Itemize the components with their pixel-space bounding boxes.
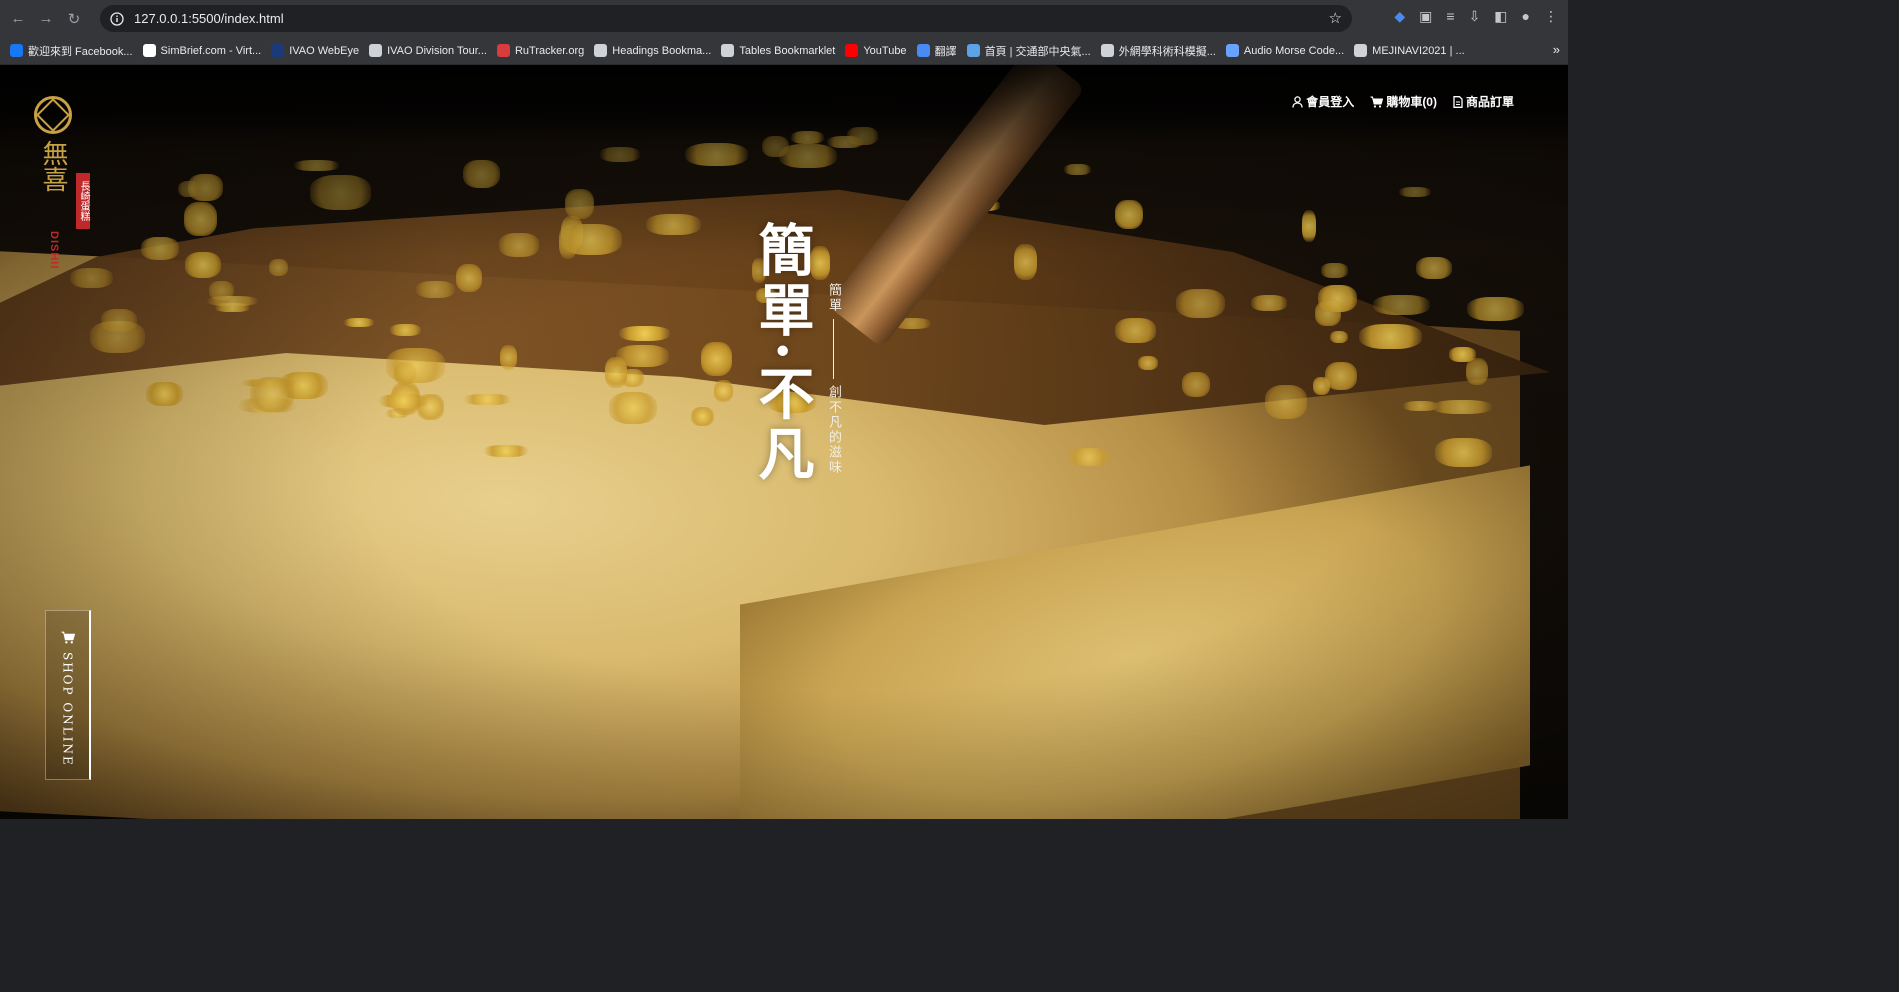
- bookmark-label: MEJINAVI2021 | ...: [1372, 44, 1465, 57]
- cart-label: 購物車(0): [1386, 95, 1437, 109]
- bookmark-label: SimBrief.com - Virt...: [160, 44, 262, 57]
- bookmark-label: Audio Morse Code...: [1243, 44, 1345, 57]
- bookmark-item[interactable]: YouTube: [845, 44, 907, 57]
- bookmark-favicon-icon: [10, 44, 23, 57]
- bookmark-label: RuTracker.org: [514, 44, 585, 57]
- reading-list-icon[interactable]: ≡: [1446, 8, 1454, 25]
- bookmark-favicon-icon: [721, 44, 735, 57]
- bookmark-item[interactable]: IVAO Division Tour...: [369, 44, 487, 57]
- bookmark-label: 歡迎來到 Facebook...: [28, 45, 133, 58]
- extension-area: ◆ ▣ ≡ ⇩ ◧ ● ⋮: [1394, 8, 1558, 25]
- cart-icon: [1370, 96, 1384, 108]
- login-label: 會員登入: [1306, 95, 1355, 109]
- page-viewport: 無喜 長崎蛋糕 DISHII 會員登入 購物車(0) 商品訂單 簡單·不凡 簡單…: [0, 65, 1568, 819]
- bookmark-favicon-icon: [1100, 44, 1114, 57]
- login-link[interactable]: 會員登入: [1292, 93, 1354, 110]
- browser-toolbar: ← → ↻ 127.0.0.1:5500/index.html ☆ ◆ ▣ ≡ …: [0, 0, 1568, 37]
- bookmark-favicon-icon: [916, 44, 930, 57]
- bookmark-favicon-icon: [496, 44, 510, 57]
- forward-icon[interactable]: →: [32, 5, 60, 33]
- bookmarks-overflow-button[interactable]: »: [1553, 42, 1560, 57]
- tagline-sub: 簡單創不凡的滋味: [824, 283, 843, 475]
- bookmark-star-icon[interactable]: ☆: [1329, 9, 1342, 27]
- hero-tagline: 簡單·不凡 簡單創不凡的滋味: [749, 221, 841, 485]
- top-navigation: 會員登入 購物車(0) 商品訂單: [1292, 93, 1514, 110]
- bookmark-item[interactable]: Headings Bookma...: [594, 44, 711, 57]
- shop-online-label: SHOP ONLINE: [60, 652, 75, 767]
- logo-chinese-text: 無喜: [38, 140, 68, 192]
- bookmark-favicon-icon: [271, 44, 285, 57]
- tagline-sub-bottom: 創不凡的滋味: [826, 385, 841, 475]
- bookmark-favicon-icon: [845, 44, 859, 57]
- tagline-sub-top: 簡單: [826, 283, 841, 313]
- bookmark-label: IVAO WebEye: [289, 44, 360, 57]
- user-icon: [1292, 95, 1303, 108]
- bookmark-item[interactable]: IVAO WebEye: [271, 44, 359, 57]
- bookmark-item[interactable]: 首頁 | 交通部中央氣...: [966, 43, 1091, 59]
- bookmark-label: YouTube: [863, 44, 907, 57]
- orders-label: 商品訂單: [1465, 95, 1514, 109]
- bookmark-favicon-icon: [1354, 44, 1368, 57]
- bookmark-label: IVAO Division Tour...: [387, 44, 487, 57]
- menu-kebab-icon[interactable]: ⋮: [1544, 8, 1558, 25]
- logo-seal: 長崎蛋糕: [76, 173, 90, 229]
- extensions-puzzle-icon[interactable]: ▣: [1419, 8, 1432, 25]
- shop-online-button[interactable]: SHOP ONLINE: [45, 610, 91, 780]
- logo-english-text: DISHII: [48, 231, 60, 270]
- document-icon: [1453, 95, 1463, 108]
- reload-icon[interactable]: ↻: [60, 5, 88, 33]
- profile-avatar-icon[interactable]: ●: [1522, 8, 1530, 25]
- bookmark-favicon-icon: [142, 44, 156, 57]
- bookmark-label: 翻譯: [934, 45, 957, 58]
- bookmark-label: 首頁 | 交通部中央氣...: [984, 45, 1091, 58]
- url-text: 127.0.0.1:5500/index.html: [134, 11, 284, 26]
- bookmark-item[interactable]: SimBrief.com - Virt...: [142, 44, 262, 57]
- bookmark-item[interactable]: RuTracker.org: [496, 44, 585, 57]
- bookmark-favicon-icon: [594, 44, 608, 57]
- bookmark-favicon-icon: [1225, 44, 1239, 57]
- bookmark-item[interactable]: MEJINAVI2021 | ...: [1354, 44, 1465, 57]
- download-icon[interactable]: ⇩: [1469, 8, 1481, 25]
- bookmark-label: Headings Bookma...: [612, 44, 712, 57]
- brand-logo[interactable]: 無喜 長崎蛋糕 DISHII: [34, 96, 94, 269]
- bookmark-label: 外網學科術科模擬...: [1118, 45, 1216, 58]
- bookmark-item[interactable]: Tables Bookmarklet: [721, 44, 835, 57]
- orders-link[interactable]: 商品訂單: [1453, 93, 1514, 110]
- bookmarks-bar: 歡迎來到 Facebook... SimBrief.com - Virt... IV…: [0, 37, 1568, 65]
- tagline-main: 簡單·不凡: [749, 221, 815, 485]
- back-icon[interactable]: ←: [4, 5, 32, 33]
- bookmark-item[interactable]: 翻譯: [916, 43, 957, 59]
- side-panel-icon[interactable]: ◧: [1494, 8, 1507, 25]
- bookmark-favicon-icon: [369, 44, 383, 57]
- tagline-divider: [832, 319, 834, 379]
- extension-diamond-icon[interactable]: ◆: [1394, 8, 1405, 25]
- bookmark-favicon-icon: [966, 44, 980, 57]
- bookmark-item[interactable]: 歡迎來到 Facebook...: [10, 43, 133, 59]
- cart-icon: [61, 631, 75, 644]
- site-info-icon[interactable]: [108, 10, 126, 28]
- address-bar[interactable]: 127.0.0.1:5500/index.html ☆: [100, 5, 1352, 32]
- logo-emblem-icon: [34, 96, 72, 134]
- cart-link[interactable]: 購物車(0): [1370, 93, 1437, 110]
- bookmark-label: Tables Bookmarklet: [739, 44, 836, 57]
- bookmark-item[interactable]: Audio Morse Code...: [1225, 44, 1345, 57]
- bookmark-item[interactable]: 外網學科術科模擬...: [1100, 43, 1216, 59]
